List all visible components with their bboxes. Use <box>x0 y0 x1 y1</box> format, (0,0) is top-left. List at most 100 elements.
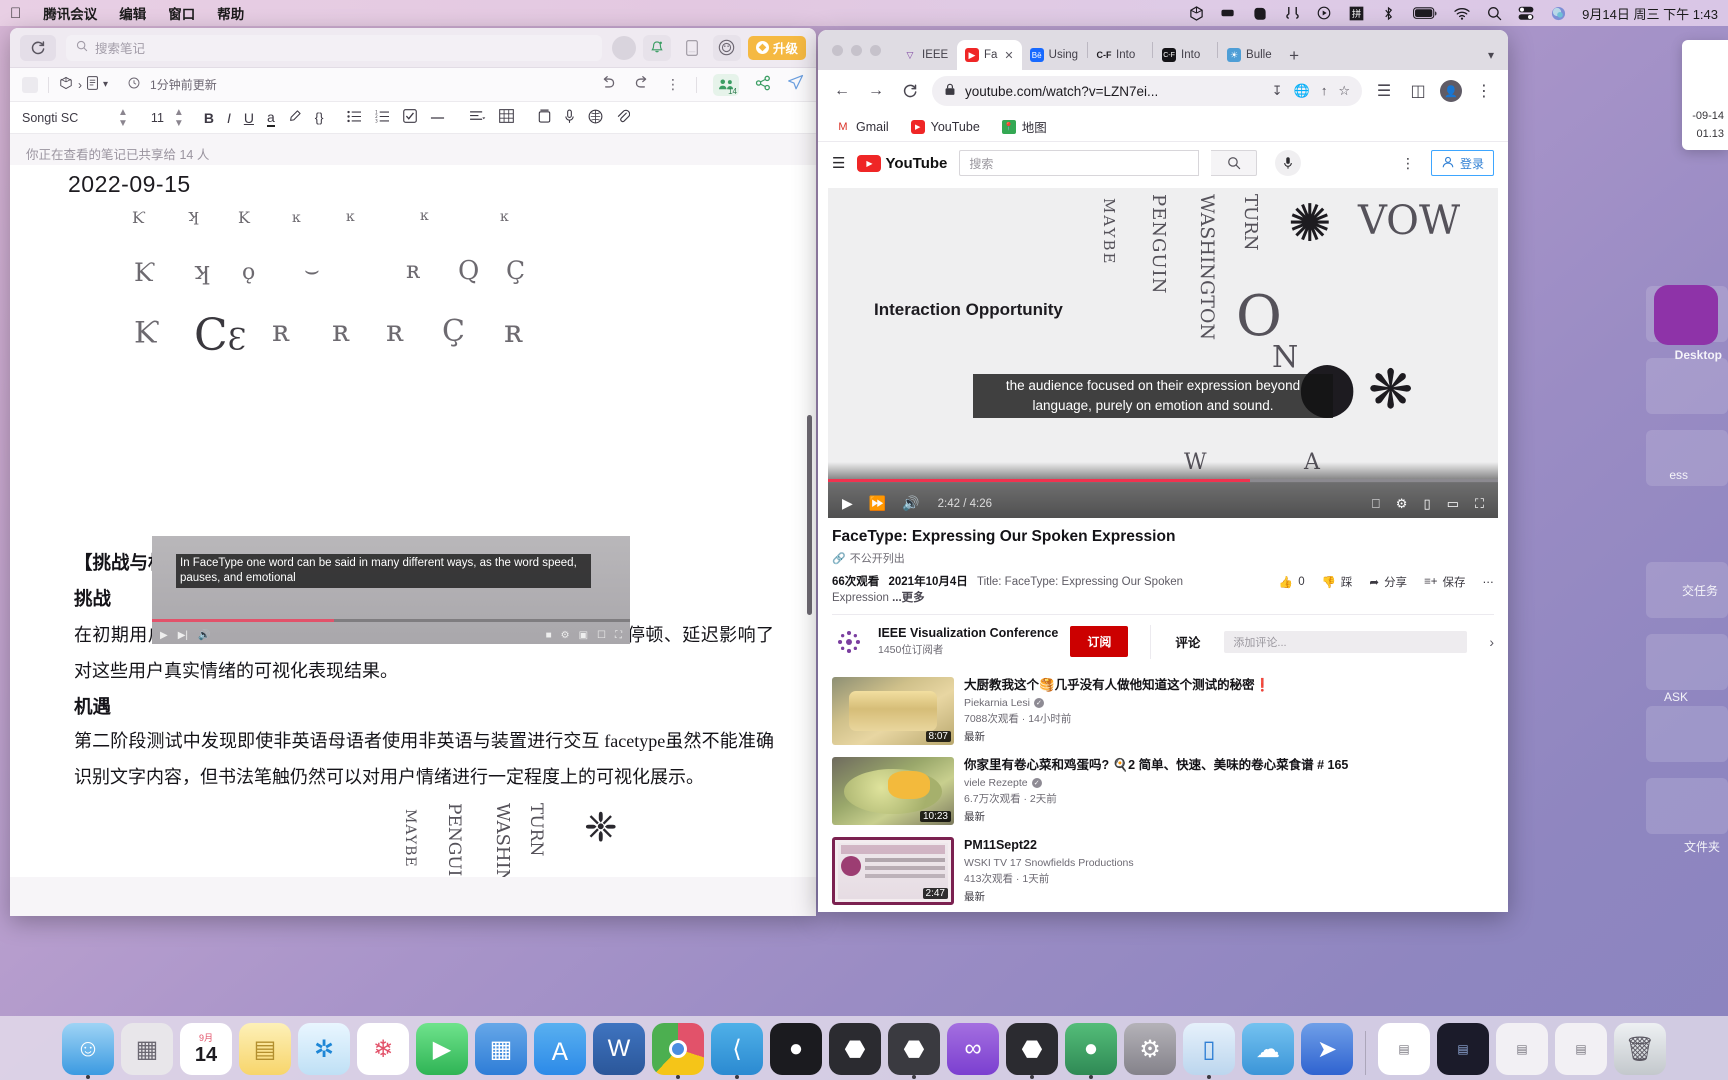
bookmark-gmail[interactable]: M Gmail <box>836 120 888 134</box>
video-title[interactable]: PM11Sept22 <box>964 837 1134 853</box>
screen-record-icon[interactable] <box>1316 5 1332 21</box>
font-size-stepper-icon[interactable]: ▲ ▼ <box>174 107 184 129</box>
send-icon[interactable] <box>787 74 804 95</box>
maximize-window-button[interactable] <box>870 44 881 56</box>
align-icon[interactable] <box>469 110 486 126</box>
save-button[interactable]: ≡+ 保存 <box>1424 574 1465 590</box>
reading-list-icon[interactable]: ☰ <box>1372 79 1396 103</box>
video-title[interactable]: 你家里有卷心菜和鸡蛋吗? 🍳2 简单、快速、美味的卷心菜食谱 # 165 <box>964 757 1348 773</box>
play-icon[interactable]: ▶ <box>842 495 853 512</box>
comment-input[interactable]: 添加评论... <box>1224 630 1468 653</box>
desktop-purple-app[interactable] <box>1654 285 1718 345</box>
dock-item-appstore[interactable]: Ａ <box>534 1023 586 1075</box>
video-channel[interactable]: viele Rezepte ✓ <box>964 777 1348 789</box>
side-panel-icon[interactable]: ◫ <box>1406 79 1430 103</box>
spotlight-search-icon[interactable] <box>1486 5 1502 21</box>
fullscreen-icon[interactable]: ⛶ <box>615 630 622 641</box>
note-document[interactable]: 2022-09-15 Ƙ ʞ K ĸ ĸ ĸ ĸ Ƙ ʞ ǫ ⌣ ʀ Q Ç Ƙ… <box>10 165 816 877</box>
dock-item-rocket[interactable]: ➤ <box>1301 1023 1353 1075</box>
refresh-icon[interactable] <box>20 34 56 61</box>
dock-item-calendar[interactable]: 9月 14 <box>180 1023 232 1075</box>
menu-kebab-icon[interactable]: ⋮ <box>1472 79 1496 103</box>
siri-icon[interactable] <box>1550 5 1566 21</box>
dock-item-unity-2[interactable]: ⬣ <box>888 1023 940 1079</box>
close-tab-icon[interactable]: ✕ <box>1004 49 1013 62</box>
dock-item-notes[interactable]: ▤ <box>239 1023 291 1075</box>
embedded-player-controls-left[interactable]: ▶ ▶| 🔊 <box>160 630 210 641</box>
document-scrollbar[interactable] <box>807 415 812 615</box>
phone-icon[interactable] <box>678 35 706 61</box>
bookmark-star-icon[interactable]: ☆ <box>1338 83 1350 99</box>
dock-item-keynote[interactable]: ▦ <box>475 1023 527 1075</box>
bookmark-youtube[interactable]: ▶ YouTube <box>910 119 980 134</box>
tab-using-behance[interactable]: Bē Using <box>1022 40 1086 70</box>
gear-icon[interactable]: ⚙ <box>1396 496 1408 512</box>
video-channel[interactable]: Piekarnia Lesi ✓ <box>964 697 1270 709</box>
pinyin-input-icon[interactable]: 拼 <box>1348 5 1364 21</box>
dock-item-visual-studio[interactable]: ∞ <box>947 1023 999 1075</box>
dock-item-unity-1[interactable]: ⬣ <box>829 1023 881 1075</box>
mic-icon[interactable] <box>564 109 575 127</box>
share-icon[interactable]: ↑ <box>1321 83 1328 99</box>
tab-into-1[interactable]: C‑F Into <box>1089 40 1151 70</box>
lock-icon[interactable] <box>944 83 956 99</box>
mic-icon[interactable] <box>1275 150 1302 176</box>
theater-icon[interactable]: ☐ <box>597 630 606 641</box>
search-button[interactable] <box>1211 150 1258 176</box>
like-button[interactable]: 👍 0 <box>1279 575 1305 589</box>
apple-icon[interactable]:  <box>10 6 21 21</box>
dock-item-word[interactable]: W <box>593 1023 645 1075</box>
tab-facetype-youtube[interactable]: ▶ Fa ✕ <box>957 40 1022 70</box>
play-icon[interactable]: ▶ <box>160 630 168 641</box>
table-icon[interactable] <box>499 109 515 126</box>
bell-icon[interactable] <box>642 34 671 61</box>
breadcrumb[interactable]: › ▾ <box>59 76 108 93</box>
bold-button[interactable]: B <box>204 110 214 126</box>
text-color-button[interactable]: a <box>266 109 275 127</box>
unity-icon[interactable] <box>1188 5 1204 21</box>
dock-item-doc-2[interactable]: ▤ <box>1437 1023 1489 1075</box>
menu-app-name[interactable]: 腾讯会议 <box>43 3 97 23</box>
share-button[interactable]: ➦ 分享 <box>1369 574 1407 590</box>
next-icon[interactable]: ▶| <box>178 630 188 641</box>
video-title[interactable]: 大厨教我这个🥞几乎没有人做他知道这个测试的秘密❗ <box>964 677 1270 693</box>
tab-into-2[interactable]: C‑F Into <box>1154 40 1216 70</box>
video-channel[interactable]: WSKI TV 17 Snowfields Productions <box>964 857 1134 869</box>
chevron-right-icon[interactable]: › <box>1489 634 1494 650</box>
tab-bulletin[interactable]: ☀ Bulle <box>1219 40 1281 70</box>
reload-button[interactable] <box>898 79 922 103</box>
dock-item-unity-3[interactable]: ⬣ <box>1006 1023 1058 1079</box>
dock-item-doc-1[interactable]: ▤ <box>1378 1023 1430 1075</box>
back-button[interactable]: ← <box>830 79 854 103</box>
ordered-list-icon[interactable]: 123 <box>375 109 390 126</box>
list-item[interactable]: 为什么我以前不知道这个食谱？健康又便宜的食物 Peri'nin sihirli … <box>832 911 1494 913</box>
miniplayer-icon[interactable]: ▣ <box>579 630 588 641</box>
battery-icon[interactable] <box>1412 5 1438 21</box>
volume-icon[interactable]: 🔊 <box>902 495 919 512</box>
more-vertical-icon[interactable]: ⋮ <box>1401 155 1419 172</box>
share-icon[interactable] <box>755 75 771 95</box>
emoji-icon[interactable] <box>588 109 603 127</box>
chevron-down-icon[interactable]: ▾ <box>1474 40 1508 70</box>
video-player[interactable]: Interaction Opportunity MAYBE PENGUIN WA… <box>828 188 1498 518</box>
channel-name[interactable]: IEEE Visualization Conference <box>878 626 1058 640</box>
undo-icon[interactable] <box>600 75 617 94</box>
dock-item-facetime[interactable]: ▶ <box>416 1023 468 1075</box>
card-icon[interactable] <box>538 109 551 126</box>
search-input[interactable]: 搜索笔记 <box>66 34 602 61</box>
video-thumbnail[interactable]: 8:07 <box>832 676 954 745</box>
youtube-logo[interactable]: ▶ YouTube <box>857 154 947 172</box>
show-more-button[interactable]: ...更多 <box>892 592 925 604</box>
dock-item-evernote[interactable]: ● <box>1065 1023 1117 1079</box>
attach-icon[interactable] <box>616 109 631 127</box>
forward-button[interactable]: → <box>864 79 888 103</box>
window-traffic-lights[interactable] <box>828 30 895 70</box>
dislike-button[interactable]: 👎 踩 <box>1322 574 1353 590</box>
sign-in-button[interactable]: 登录 <box>1430 150 1494 176</box>
bluetooth-icon[interactable] <box>1380 5 1396 21</box>
sidebar-toggle-icon[interactable] <box>22 76 38 93</box>
italic-button[interactable]: I <box>227 110 231 126</box>
dock-item-launchpad[interactable]: ▦ <box>121 1023 173 1075</box>
list-item[interactable]: 2:47 PM11Sept22 WSKI TV 17 Snowfields Pr… <box>832 831 1494 911</box>
dock-item-github[interactable]: ● <box>770 1023 822 1075</box>
